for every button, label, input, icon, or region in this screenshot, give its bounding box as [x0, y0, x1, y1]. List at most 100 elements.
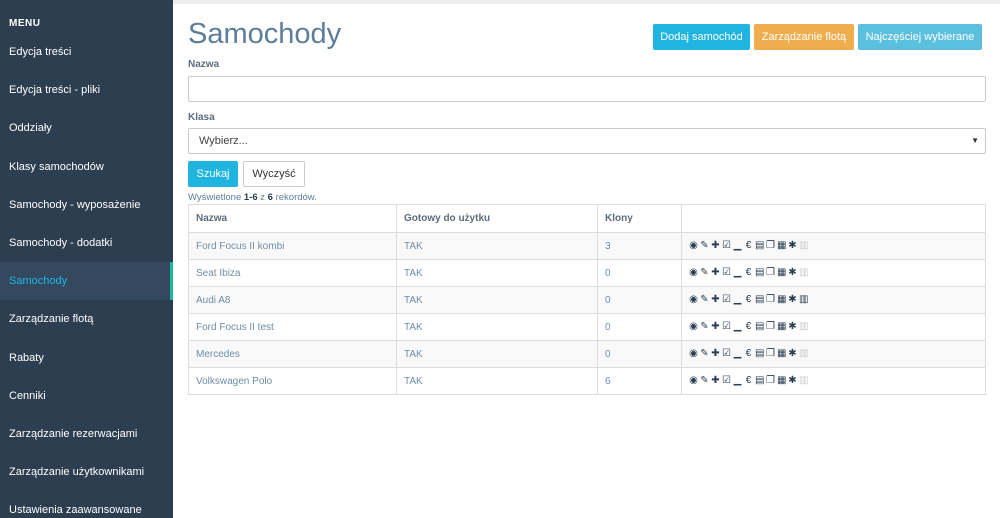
- copy-icon[interactable]: ❐: [766, 376, 775, 386]
- wrench-icon[interactable]: ✱: [788, 376, 797, 386]
- copy-icon[interactable]: ❐: [766, 322, 775, 332]
- calendar-icon[interactable]: ▦: [777, 295, 786, 305]
- wrench-icon[interactable]: ✱: [788, 241, 797, 251]
- copy-icon[interactable]: ❐: [766, 349, 775, 359]
- cell-clones: 0: [597, 286, 682, 314]
- film-icon[interactable]: ▤: [755, 268, 764, 278]
- film-icon[interactable]: ▤: [755, 295, 764, 305]
- cell-actions: ◉ ✎ ✚ ☑ ▁ € ▤ ❐ ▦ ✱ ▥: [681, 367, 986, 395]
- top-bar: [173, 0, 1000, 4]
- pencil-icon[interactable]: ✎: [700, 322, 709, 332]
- sidebar-item[interactable]: Rabaty: [0, 339, 173, 377]
- check-square-icon[interactable]: ☑: [722, 268, 731, 278]
- signal-icon[interactable]: ▁: [733, 241, 742, 251]
- cell-name: Ford Focus II test: [188, 313, 397, 341]
- class-select[interactable]: Wybierz... ▼: [188, 128, 986, 154]
- trash-icon[interactable]: ▥: [799, 295, 808, 305]
- sidebar-item[interactable]: Edycja treści - pliki: [0, 71, 173, 109]
- trash-icon: ▥: [799, 321, 809, 332]
- pencil-icon[interactable]: ✎: [700, 241, 709, 251]
- wrench-icon[interactable]: ✱: [788, 349, 797, 359]
- check-square-icon[interactable]: ☑: [722, 322, 731, 332]
- eye-icon[interactable]: ◉: [689, 241, 698, 251]
- eye-icon[interactable]: ◉: [689, 322, 698, 332]
- signal-icon[interactable]: ▁: [733, 268, 742, 278]
- sidebar-item[interactable]: Samochody: [0, 262, 173, 301]
- check-square-icon[interactable]: ☑: [722, 295, 731, 305]
- plus-icon[interactable]: ✚: [711, 268, 720, 278]
- pencil-icon[interactable]: ✎: [700, 295, 709, 305]
- euro-icon[interactable]: €: [744, 268, 753, 278]
- sidebar-item[interactable]: Ustawienia zaawansowane: [0, 491, 173, 518]
- film-icon[interactable]: ▤: [755, 376, 764, 386]
- pencil-icon[interactable]: ✎: [700, 376, 709, 386]
- name-label: Nazwa: [188, 59, 220, 70]
- euro-icon[interactable]: €: [744, 295, 753, 305]
- cell-name: Audi A8: [188, 286, 397, 314]
- eye-icon[interactable]: ◉: [689, 268, 698, 278]
- calendar-icon[interactable]: ▦: [777, 268, 786, 278]
- trash-icon: ▥: [799, 348, 809, 359]
- calendar-icon[interactable]: ▦: [777, 376, 786, 386]
- eye-icon[interactable]: ◉: [689, 349, 698, 359]
- check-square-icon[interactable]: ☑: [722, 349, 731, 359]
- signal-icon[interactable]: ▁: [733, 322, 742, 332]
- euro-icon[interactable]: €: [744, 241, 753, 251]
- signal-icon[interactable]: ▁: [733, 376, 742, 386]
- euro-icon[interactable]: €: [744, 349, 753, 359]
- cell-actions: ◉ ✎ ✚ ☑ ▁ € ▤ ❐ ▦ ✱ ▥: [681, 259, 986, 287]
- add-car-button[interactable]: Dodaj samochód: [653, 24, 750, 50]
- sidebar-item[interactable]: Klasy samochodów: [0, 148, 173, 186]
- plus-icon[interactable]: ✚: [711, 241, 720, 251]
- column-header-clones: Klony: [597, 204, 682, 233]
- cell-name: Seat Ibiza: [188, 259, 397, 287]
- clear-button[interactable]: Wyczyść: [243, 161, 305, 187]
- signal-icon[interactable]: ▁: [733, 295, 742, 305]
- euro-icon[interactable]: €: [744, 376, 753, 386]
- table-header-row: Nazwa Gotowy do użytku Klony: [188, 204, 986, 233]
- copy-icon[interactable]: ❐: [766, 295, 775, 305]
- sidebar-item[interactable]: Samochody - dodatki: [0, 224, 173, 262]
- cell-ready: TAK: [396, 367, 598, 395]
- row-actions: ◉ ✎ ✚ ☑ ▁ € ▤ ❐ ▦ ✱ ▥: [689, 295, 978, 305]
- pencil-icon[interactable]: ✎: [700, 349, 709, 359]
- film-icon[interactable]: ▤: [755, 241, 764, 251]
- film-icon[interactable]: ▤: [755, 322, 764, 332]
- cell-name: Ford Focus II kombi: [188, 232, 397, 260]
- sidebar-item[interactable]: Zarządzanie użytkownikami: [0, 453, 173, 491]
- table-row: Volkswagen Polo TAK 6 ◉ ✎ ✚ ☑ ▁ € ▤ ❐ ▦ ✱ ▥: [188, 367, 986, 395]
- name-input[interactable]: [188, 76, 986, 102]
- eye-icon[interactable]: ◉: [689, 295, 698, 305]
- copy-icon[interactable]: ❐: [766, 241, 775, 251]
- sidebar-item[interactable]: Edycja treści: [0, 33, 173, 71]
- plus-icon[interactable]: ✚: [711, 376, 720, 386]
- euro-icon[interactable]: €: [744, 322, 753, 332]
- calendar-icon[interactable]: ▦: [777, 349, 786, 359]
- sidebar-item[interactable]: Samochody - wyposażenie: [0, 186, 173, 224]
- sidebar-item[interactable]: Zarządzanie rezerwacjami: [0, 415, 173, 453]
- cars-table: Nazwa Gotowy do użytku Klony Ford Focus …: [188, 204, 986, 395]
- plus-icon[interactable]: ✚: [711, 322, 720, 332]
- wrench-icon[interactable]: ✱: [788, 268, 797, 278]
- plus-icon[interactable]: ✚: [711, 349, 720, 359]
- search-button[interactable]: Szukaj: [188, 161, 238, 187]
- calendar-icon[interactable]: ▦: [777, 241, 786, 251]
- wrench-icon[interactable]: ✱: [788, 295, 797, 305]
- check-square-icon[interactable]: ☑: [722, 376, 731, 386]
- check-square-icon[interactable]: ☑: [722, 241, 731, 251]
- row-actions: ◉ ✎ ✚ ☑ ▁ € ▤ ❐ ▦ ✱ ▥: [689, 241, 978, 251]
- film-icon[interactable]: ▤: [755, 349, 764, 359]
- plus-icon[interactable]: ✚: [711, 295, 720, 305]
- most-popular-button[interactable]: Najczęściej wybierane: [858, 24, 982, 50]
- signal-icon[interactable]: ▁: [733, 349, 742, 359]
- copy-icon[interactable]: ❐: [766, 268, 775, 278]
- sidebar-item[interactable]: Zarządzanie flotą: [0, 300, 173, 338]
- pencil-icon[interactable]: ✎: [700, 268, 709, 278]
- fleet-management-button[interactable]: Zarządzanie flotą: [754, 24, 854, 50]
- row-actions: ◉ ✎ ✚ ☑ ▁ € ▤ ❐ ▦ ✱ ▥: [689, 322, 978, 332]
- calendar-icon[interactable]: ▦: [777, 322, 786, 332]
- sidebar-item[interactable]: Cenniki: [0, 377, 173, 415]
- eye-icon[interactable]: ◉: [689, 376, 698, 386]
- sidebar-item[interactable]: Oddziały: [0, 109, 173, 147]
- wrench-icon[interactable]: ✱: [788, 322, 797, 332]
